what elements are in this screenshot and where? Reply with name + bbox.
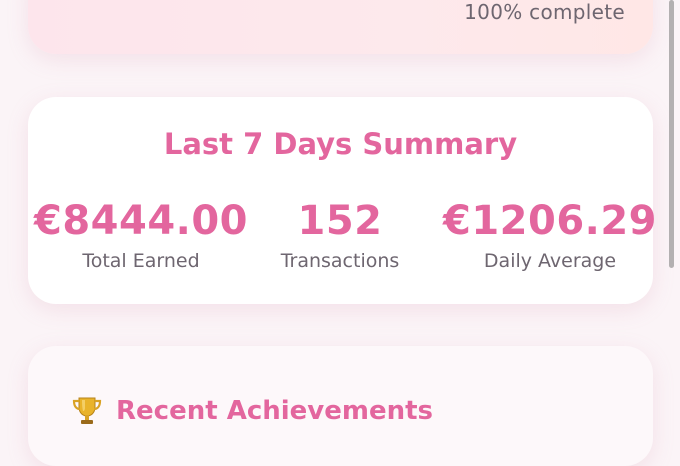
summary-card: Last 7 Days Summary €8444.00 Total Earne… [28,97,657,304]
stat-label: Transactions [280,250,400,272]
scrollbar-thumb[interactable] [669,0,674,268]
trophy-icon [70,394,104,428]
stat-value: €1206.29 [442,198,658,244]
progress-card: 100% complete [28,0,653,54]
stat-value: 152 [297,198,383,244]
stat-transactions: 152 Transactions [230,197,450,273]
stat-total-earned: €8444.00 Total Earned [31,197,251,273]
stat-label: Daily Average [483,250,617,272]
progress-caption: 100% complete [464,0,625,24]
stat-daily-average: €1206.29 Daily Average [440,197,660,273]
achievements-header: Recent Achievements [70,394,433,428]
stat-value: €8444.00 [33,198,249,244]
achievements-title: Recent Achievements [116,396,434,426]
achievements-card: Recent Achievements [28,346,653,466]
summary-title: Last 7 Days Summary [163,127,518,161]
stat-label: Total Earned [82,250,200,272]
